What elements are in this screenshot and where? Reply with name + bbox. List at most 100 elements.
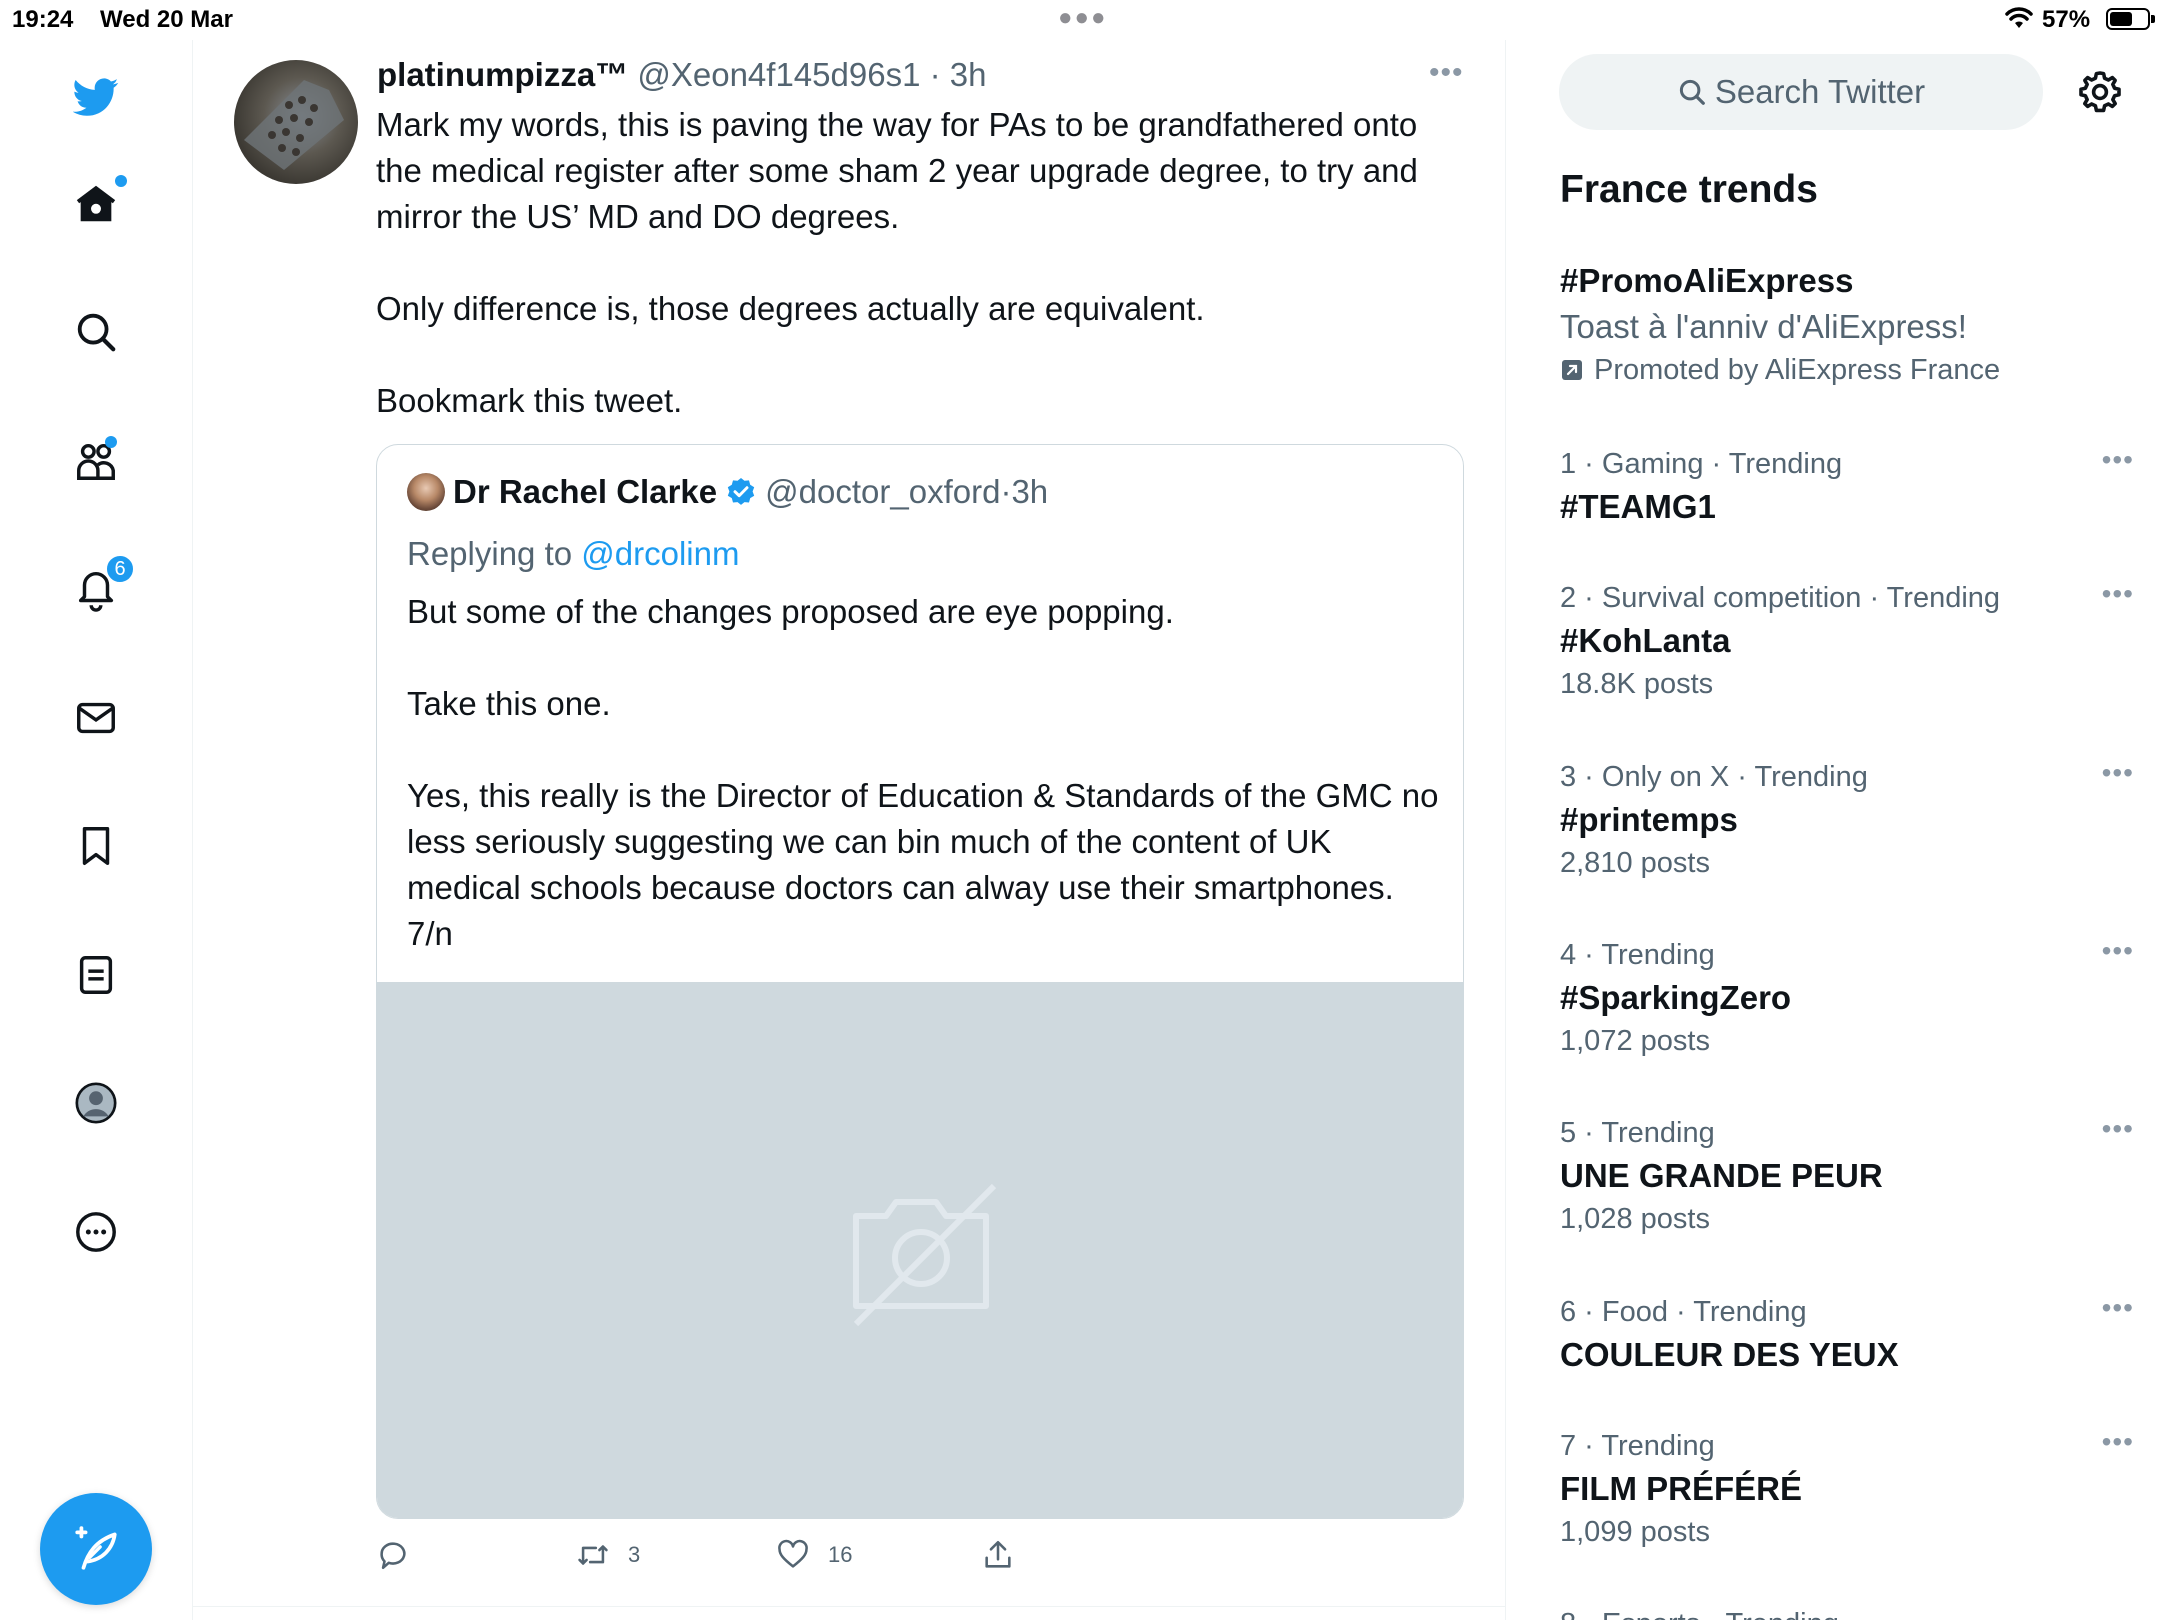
trend-more-icon[interactable]: ••• [2102,444,2134,476]
trend-item[interactable]: 1 · Gaming · Trending #TEAMG1 ••• [1560,444,2133,530]
trend-name: #printemps [1560,801,1738,838]
trend-post-count: 18.8K posts [1560,668,1714,700]
trend-more-icon[interactable]: ••• [2102,1426,2134,1458]
trend-meta: 4 · Trending [1560,939,1715,971]
replying-to-line: Replying to @drcolinm [407,535,739,573]
tweet-text: Mark my words, this is paving the way fo… [376,102,1456,424]
trend-more-icon[interactable]: ••• [2102,757,2134,789]
twitter-logo-icon[interactable] [63,64,129,130]
tweet-paragraph: Only difference is, those degrees actual… [376,290,1205,327]
promoted-trend-name: #PromoAliExpress [1560,262,1854,299]
mail-icon[interactable] [63,685,129,751]
status-date: Wed 20 Mar [100,6,233,33]
trend-name: #KohLanta [1560,622,1731,659]
quoted-tweet[interactable]: Dr Rachel Clarke @doctor_oxford · 3h Rep… [376,444,1464,1519]
quoted-paragraph: But some of the changes proposed are eye… [407,593,1174,630]
trend-post-count: 1,099 posts [1560,1516,1710,1548]
promoted-icon [1562,360,1582,380]
compose-tweet-button[interactable] [40,1493,152,1605]
trend-meta: 3 · Only on X · Trending [1560,761,1868,793]
left-nav: 6 [0,40,193,1620]
more-icon[interactable] [63,1199,129,1265]
status-bar: 19:24 Wed 20 Mar ●●● 57% [0,0,2160,40]
trend-item[interactable]: 8 · Esports · Trending [1560,1604,2120,1620]
trend-item[interactable]: 6 · Food · Trending COULEUR DES YEUX ••• [1560,1292,2133,1378]
tweet-author-handle[interactable]: @Xeon4f145d96s1 [637,56,920,93]
trend-meta: 2 · Survival competition · Trending [1560,582,2001,614]
like-count: 16 [828,1542,853,1567]
trend-post-count: 1,072 posts [1560,1025,1710,1057]
multitasking-dots-icon[interactable]: ●●● [1058,4,1108,32]
tweet-author-name[interactable]: platinumpizza™ [377,56,628,93]
trend-more-icon[interactable]: ••• [2102,578,2134,610]
trend-meta: 1 · Gaming · Trending [1560,448,1843,480]
replying-prefix: Replying to [407,535,573,572]
trend-name: COULEUR DES YEUX [1560,1336,1899,1373]
lists-icon[interactable] [63,942,129,1008]
search-input[interactable]: Search Twitter [1559,54,2043,130]
tweet-header: platinumpizza™ @Xeon4f145d96s1 · 3h [377,56,987,93]
promoted-by-label: Promoted by AliExpress France [1594,354,2001,386]
trend-post-count: 1,028 posts [1560,1203,1710,1235]
communities-icon[interactable] [63,428,129,494]
tweet-actions: 3 16 [376,1538,1376,1578]
status-time: 19:24 [12,6,74,33]
home-new-dot [115,175,127,187]
heart-icon [778,1539,808,1568]
gear-icon[interactable] [2076,68,2124,116]
profile-icon[interactable] [63,1070,129,1136]
compose-feather-icon [75,1526,117,1570]
retweet-icon [578,1545,608,1565]
quoted-author-avatar [407,473,445,511]
tweet-divider [193,1606,1506,1607]
share-icon [985,1540,1011,1568]
quoted-author-name: Dr Rachel Clarke [453,473,718,510]
tweet-more-icon[interactable]: ••• [1429,56,1464,90]
trend-name: UNE GRANDE PEUR [1560,1157,1883,1194]
retweet-button[interactable]: 3 [576,1538,640,1572]
right-sidebar: Search Twitter France trends #PromoAliEx… [1506,40,2160,1620]
tweet-time[interactable]: 3h [950,56,987,93]
retweet-count: 3 [628,1542,641,1567]
tweet-paragraph: Bookmark this tweet. [376,382,683,419]
verified-badge-icon [727,478,755,505]
home-icon[interactable] [63,171,129,237]
bookmark-icon[interactable] [63,813,129,879]
like-button[interactable]: 16 [776,1538,852,1572]
trend-more-icon[interactable]: ••• [2102,935,2134,967]
quoted-tweet-time: 3h [1011,473,1049,510]
wifi-icon [2005,7,2033,28]
quoted-paragraph: Take this one. [407,685,611,722]
quoted-tweet-header: Dr Rachel Clarke @doctor_oxford · 3h [407,473,1048,511]
notifications-count-badge: 6 [105,554,135,584]
trend-item[interactable]: 2 · Survival competition · Trending #Koh… [1560,578,2133,704]
quoted-author-handle: @doctor_oxford [765,473,1001,510]
trend-meta: 8 · Esports · Trending [1560,1604,2120,1620]
trend-item[interactable]: 3 · Only on X · Trending #printemps 2,81… [1560,757,2133,883]
share-button[interactable] [981,1538,1033,1572]
promoted-trend-subtitle: Toast à l'anniv d'AliExpress! [1560,308,1967,345]
image-unavailable-icon [853,1183,996,1326]
tweet-paragraph: Mark my words, this is paving the way fo… [376,106,1418,235]
trend-more-icon[interactable]: ••• [2102,1292,2134,1324]
trend-meta: 7 · Trending [1560,1430,1715,1462]
trend-name: FILM PRÉFÉRÉ [1560,1470,1803,1507]
trend-item[interactable]: 4 · Trending #SparkingZero 1,072 posts •… [1560,935,2133,1061]
trends-heading: France trends [1560,168,1818,211]
promoted-by: Promoted by AliExpress France [1560,350,2120,390]
search-icon[interactable] [63,299,129,365]
tweet-author-avatar[interactable] [234,60,358,184]
replying-to-mention[interactable]: @drcolinm [581,535,739,572]
search-placeholder: Search Twitter [1714,73,1926,110]
trend-more-icon[interactable]: ••• [2102,1113,2134,1145]
battery-percent: 57% [2042,6,2091,33]
battery-icon [2106,8,2155,30]
communities-new-dot [105,436,117,448]
trend-meta: 5 · Trending [1560,1117,1715,1149]
bell-icon[interactable]: 6 [63,554,135,622]
reply-button[interactable] [376,1538,428,1572]
quoted-media-placeholder[interactable] [377,982,1463,1518]
trend-item[interactable]: 5 · Trending UNE GRANDE PEUR 1,028 posts… [1560,1113,2133,1239]
trend-item[interactable]: 7 · Trending FILM PRÉFÉRÉ 1,099 posts ••… [1560,1426,2133,1552]
promoted-trend[interactable]: #PromoAliExpress Toast à l'anniv d'AliEx… [1560,258,2120,390]
